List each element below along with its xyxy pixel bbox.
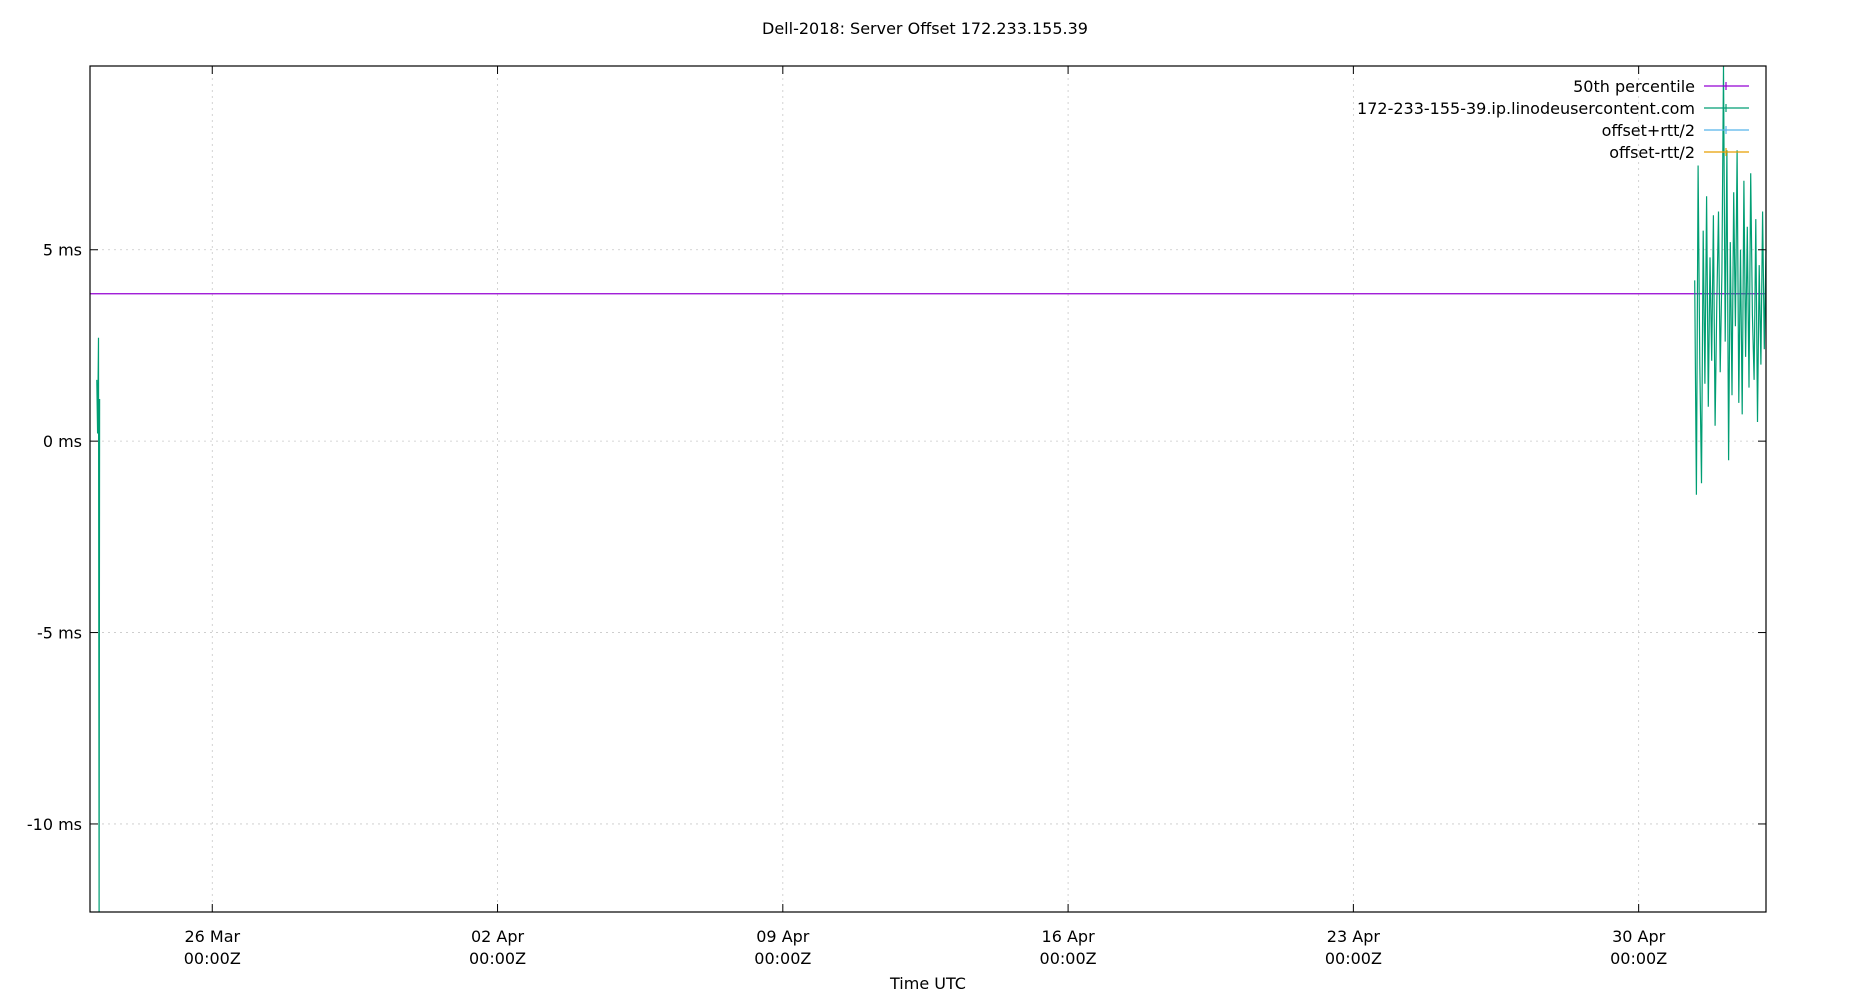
y-tick-label: -10 ms (27, 815, 82, 834)
x-tick-label: 02 Apr (471, 927, 525, 946)
x-tick-label: 00:00Z (1610, 949, 1667, 968)
x-tick-label: 26 Mar (184, 927, 240, 946)
x-tick-label: 00:00Z (469, 949, 526, 968)
x-tick-label: 00:00Z (1325, 949, 1382, 968)
x-axis-label: Time UTC (889, 974, 966, 993)
chart-root: Dell-2018: Server Offset 172.233.155.39 … (0, 0, 1850, 1000)
x-tick-label: 00:00Z (184, 949, 241, 968)
legend-label: 50th percentile (1573, 77, 1695, 96)
offset-chart: Dell-2018: Server Offset 172.233.155.39 … (27, 19, 1767, 993)
series-layer (90, 65, 1767, 913)
x-tick-label: 16 Apr (1042, 927, 1096, 946)
x-tick-label: 00:00Z (754, 949, 811, 968)
y-tick-label: -5 ms (37, 624, 82, 643)
y-tick-label: 5 ms (43, 241, 82, 260)
x-tick-label: 23 Apr (1327, 927, 1381, 946)
legend-label: offset-rtt/2 (1609, 143, 1695, 162)
plot-frame (89, 65, 1767, 913)
x-tick-label: 00:00Z (1040, 949, 1097, 968)
y-tick-label: 0 ms (43, 432, 82, 451)
x-tick-label: 09 Apr (756, 927, 810, 946)
legend-label: 172-233-155-39.ip.linodeusercontent.com (1357, 99, 1695, 118)
legend: 50th percentile 172-233-155-39.ip.linodeu… (1357, 77, 1749, 162)
chart-title: Dell-2018: Server Offset 172.233.155.39 (762, 19, 1088, 38)
x-tick-label: 30 Apr (1612, 927, 1666, 946)
grid-layer (90, 66, 1766, 912)
tick-layer: 26 Mar 00:00Z 02 Apr 00:00Z 09 Apr 00:00Z 16 A… (27, 66, 1766, 968)
legend-label: offset+rtt/2 (1602, 121, 1695, 140)
series-line-offset (96, 337, 101, 913)
